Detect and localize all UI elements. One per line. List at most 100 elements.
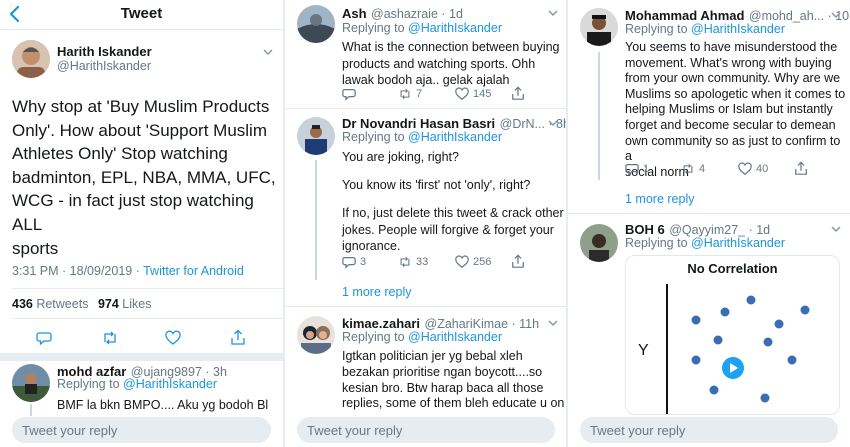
replying-to: Replying to @HarithIskander <box>625 236 785 250</box>
retweet-icon <box>400 256 410 268</box>
tweet-meta: 3:31 PM · 18/09/2019 · Twitter for Andro… <box>12 264 244 278</box>
reply-action[interactable]: 3 <box>342 255 366 269</box>
thread-line <box>598 52 600 180</box>
main-tweet-panel: Tweet Harith Iskander @HarithIskander Wh… <box>0 0 283 447</box>
reply-text-line: You are joking, right? <box>342 150 459 164</box>
likes-label[interactable]: Likes <box>119 297 151 311</box>
reply-author-name[interactable]: kimae.zahari <box>342 316 420 331</box>
avatar[interactable] <box>297 117 335 155</box>
replying-to-link[interactable]: @HarithIskander <box>123 377 217 391</box>
scatter-dot <box>713 335 723 345</box>
tweet-your-reply-input[interactable]: Tweet your reply <box>297 417 555 443</box>
like-count: 256 <box>473 256 492 268</box>
avatar[interactable] <box>580 8 618 46</box>
tweet-your-reply-input[interactable]: Tweet your reply <box>580 417 838 443</box>
share-icon[interactable] <box>511 254 525 269</box>
retweet-action[interactable]: 7 <box>398 87 422 101</box>
reply-count: 1 <box>643 163 650 175</box>
like-action[interactable]: 40 <box>738 162 768 176</box>
media-image[interactable]: No Correlation Y <box>625 255 840 415</box>
replying-to-link[interactable]: @HarithIskander <box>691 236 785 250</box>
tweet-your-reply-input[interactable]: Tweet your reply <box>12 417 271 443</box>
retweet-action[interactable]: 4 <box>681 162 705 176</box>
tweet-text-line: WCG - in fact just stop watching ALL <box>12 191 254 234</box>
replying-to-prefix: Replying to <box>57 377 124 391</box>
reply-author-handle[interactable]: @ashazraie · 1d <box>371 7 463 21</box>
reply-author-handle[interactable]: @ZahariKimae · 11h <box>425 317 540 331</box>
chevron-down-icon[interactable] <box>262 46 274 58</box>
scatter-dot <box>720 307 730 317</box>
retweet-count: 4 <box>699 163 706 175</box>
replying-to-link[interactable]: @HarithIskander <box>691 22 785 36</box>
reply-text-line: helping Muslims or Islam but instantly <box>625 102 833 117</box>
reply-icon[interactable] <box>36 330 52 346</box>
play-button[interactable] <box>720 355 746 381</box>
reply-text: You seems to have misunderstood the move… <box>625 40 850 180</box>
reply-author-name[interactable]: Mohammad Ahmad <box>625 8 744 23</box>
reply-author-handle[interactable]: @Qayyim27_ · 1d <box>669 223 770 237</box>
reply-text-line: from your own community. Why are we <box>625 71 841 86</box>
avatar[interactable] <box>297 316 335 354</box>
replying-to-prefix: Replying to <box>342 130 409 144</box>
scatter-dot <box>774 319 784 329</box>
replying-to: Replying to @HarithIskander <box>342 21 502 35</box>
avatar[interactable] <box>580 224 618 262</box>
scatter-dots <box>691 295 810 403</box>
reply-icon[interactable] <box>342 87 356 101</box>
thread-line <box>315 160 317 280</box>
scatter-dot <box>691 315 701 325</box>
avatar[interactable] <box>297 5 335 43</box>
share-icon[interactable] <box>794 161 808 176</box>
avatar[interactable] <box>12 40 50 78</box>
likes-count[interactable]: 974 <box>98 297 119 311</box>
author-name[interactable]: Harith Iskander <box>57 44 152 59</box>
retweet-count: 33 <box>416 256 429 268</box>
avatar[interactable] <box>12 364 50 402</box>
like-icon <box>455 255 469 269</box>
retweet-icon[interactable] <box>101 330 119 346</box>
more-replies-link[interactable]: 1 more reply <box>342 285 411 299</box>
share-icon[interactable] <box>511 86 525 101</box>
reply-text-line: jokes. People will forgive & forget your <box>342 222 554 237</box>
chevron-down-icon[interactable] <box>547 7 559 19</box>
like-action[interactable]: 145 <box>455 87 491 101</box>
replying-to-link[interactable]: @HarithIskander <box>408 21 502 35</box>
retweets-count[interactable]: 436 <box>12 297 33 311</box>
retweet-icon <box>400 88 410 100</box>
retweet-action[interactable]: 33 <box>398 255 428 269</box>
like-icon[interactable] <box>165 330 181 346</box>
reply-text-line: products and watching sports. Ohh <box>342 56 536 71</box>
retweet-count: 7 <box>416 88 423 100</box>
reply-text: BMF la bkn BMPO.... Aku yg bodoh Bl <box>57 398 269 412</box>
replies-panel-2: Ash @ashazraie · 1d Replying to @HarithI… <box>285 0 568 447</box>
scatter-dot <box>746 295 756 305</box>
replying-to-link[interactable]: @HarithIskander <box>408 330 502 344</box>
tweet-source-link[interactable]: Twitter for Android <box>143 264 244 278</box>
reply-text-line: What is the connection between buying <box>342 40 560 54</box>
reply-author-name[interactable]: Ash <box>342 6 367 21</box>
reply-text-line <box>342 165 564 177</box>
reply-text-line: If no, just delete this tweet & crack ot… <box>342 206 564 221</box>
scatter-dot <box>763 337 773 347</box>
reply-text-line: You seems to have misunderstood the <box>625 40 838 54</box>
more-replies-link[interactable]: 1 more reply <box>625 192 694 206</box>
chevron-down-icon[interactable] <box>830 223 842 235</box>
replies-panel-3: Mohammad Ahmad @mohd_ah... · 10h Replyin… <box>568 0 850 447</box>
reply-text: What is the connection between buying pr… <box>342 39 560 89</box>
like-icon <box>738 162 752 176</box>
retweets-label[interactable]: Retweets <box>33 297 88 311</box>
chevron-down-icon[interactable] <box>547 117 559 129</box>
chevron-down-icon[interactable] <box>830 9 842 21</box>
author-handle[interactable]: @HarithIskander <box>57 59 151 73</box>
reply-author-name[interactable]: Dr Novandri Hasan Basri <box>342 116 495 131</box>
page-title: Tweet <box>120 5 163 22</box>
tweet-text-line: sports <box>12 238 59 258</box>
reply-text: You are joking, right? You know its 'fir… <box>342 149 564 254</box>
chevron-down-icon[interactable] <box>547 317 559 329</box>
share-icon[interactable] <box>230 329 246 346</box>
like-action[interactable]: 256 <box>455 255 491 269</box>
reply-author-name[interactable]: BOH 6 <box>625 222 665 237</box>
reply-action[interactable]: 1 <box>625 162 649 176</box>
reply-text-line: kesian bro. Btw harap baca all those <box>342 380 544 395</box>
replying-to-link[interactable]: @HarithIskander <box>408 130 502 144</box>
